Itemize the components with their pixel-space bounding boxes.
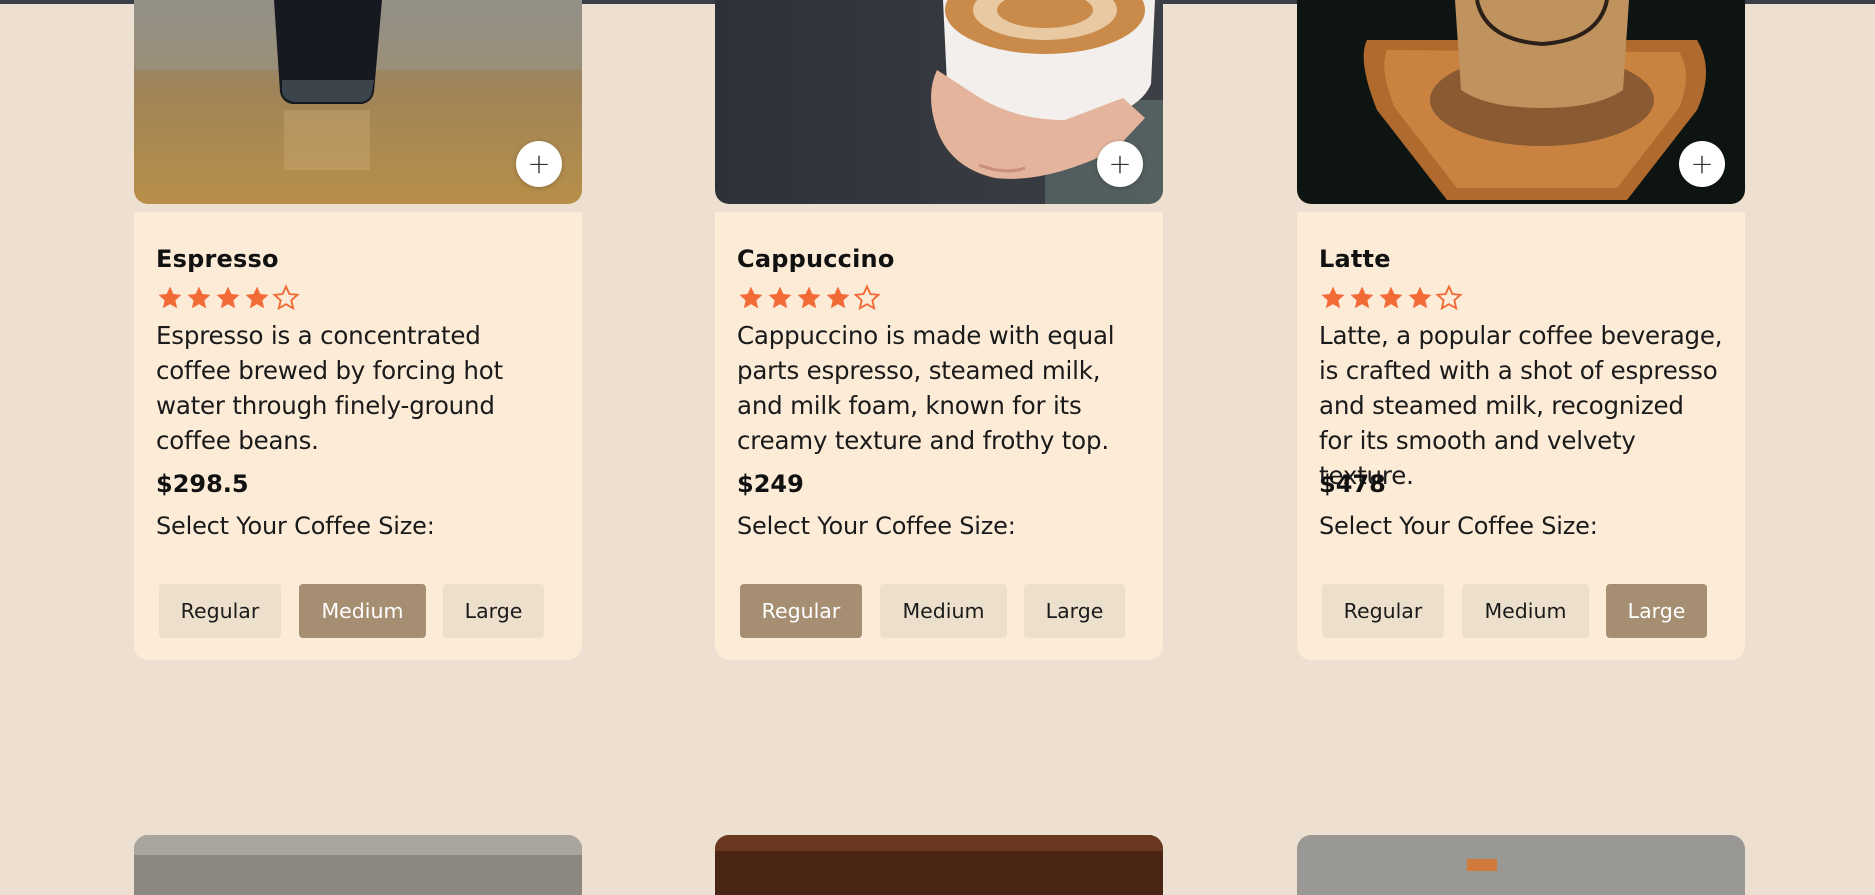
- product-description: Cappuccino is made with equal parts espr…: [737, 321, 1115, 455]
- star-filled-icon: [739, 286, 763, 309]
- cappuccino-image: +: [715, 0, 1163, 204]
- latte-image: +: [1297, 0, 1745, 204]
- product-card-cappuccino: + Cappuccino Cappuccino is made with equ…: [715, 0, 1163, 660]
- size-large-button[interactable]: Large: [1024, 584, 1125, 638]
- size-regular-button[interactable]: Regular: [740, 584, 862, 638]
- star-filled-icon: [1321, 286, 1345, 309]
- star-filled-icon: [216, 286, 240, 309]
- rating-stars: [1319, 284, 1463, 312]
- product-card-espresso: + Espresso Espresso is a concentrated co…: [134, 0, 582, 660]
- product-details: Latte Latte, a popular coffee beverage, …: [1297, 212, 1745, 660]
- star-filled-icon: [826, 286, 850, 309]
- add-to-cart-button[interactable]: +: [1679, 141, 1725, 187]
- product-price: $478: [1319, 470, 1386, 498]
- product-price: $298.5: [156, 470, 249, 498]
- star-outline-icon: [272, 284, 300, 311]
- espresso-image: +: [134, 0, 582, 204]
- size-large-button[interactable]: Large: [443, 584, 544, 638]
- product-card-image-partial: [134, 835, 582, 895]
- product-description: Latte, a popular coffee beverage, is cra…: [1319, 321, 1723, 490]
- product-card-latte: + Latte Latte, a popular coffee beverage…: [1297, 0, 1745, 660]
- size-label: Select Your Coffee Size:: [1319, 512, 1598, 540]
- plus-icon: +: [1108, 147, 1132, 180]
- star-filled-icon: [245, 286, 269, 309]
- size-label: Select Your Coffee Size:: [737, 512, 1016, 540]
- product-name: Cappuccino: [737, 245, 895, 273]
- size-label: Select Your Coffee Size:: [156, 512, 435, 540]
- product-description: Espresso is a concentrated coffee brewed…: [156, 321, 503, 455]
- rating-stars: [737, 284, 881, 312]
- plus-icon: +: [1690, 147, 1714, 180]
- add-to-cart-button[interactable]: +: [516, 141, 562, 187]
- star-outline-icon: [853, 284, 881, 311]
- product-name: Espresso: [156, 245, 279, 273]
- product-name: Latte: [1319, 245, 1391, 273]
- size-medium-button[interactable]: Medium: [299, 584, 426, 638]
- rating-stars: [156, 284, 300, 312]
- star-filled-icon: [187, 286, 211, 309]
- plus-icon: +: [527, 147, 551, 180]
- size-medium-button[interactable]: Medium: [1462, 584, 1589, 638]
- star-filled-icon: [1408, 286, 1432, 309]
- product-card-image-partial: [1297, 835, 1745, 895]
- star-filled-icon: [797, 286, 821, 309]
- product-details: Espresso Espresso is a concentrated coff…: [134, 212, 582, 660]
- product-details: Cappuccino Cappuccino is made with equal…: [715, 212, 1163, 660]
- size-large-button[interactable]: Large: [1606, 584, 1707, 638]
- star-filled-icon: [768, 286, 792, 309]
- size-regular-button[interactable]: Regular: [159, 584, 281, 638]
- star-filled-icon: [1379, 286, 1403, 309]
- star-filled-icon: [1350, 286, 1374, 309]
- add-to-cart-button[interactable]: +: [1097, 141, 1143, 187]
- product-price: $249: [737, 470, 804, 498]
- star-outline-icon: [1435, 284, 1463, 311]
- star-filled-icon: [158, 286, 182, 309]
- size-medium-button[interactable]: Medium: [880, 584, 1007, 638]
- product-card-image-partial: [715, 835, 1163, 895]
- size-regular-button[interactable]: Regular: [1322, 584, 1444, 638]
